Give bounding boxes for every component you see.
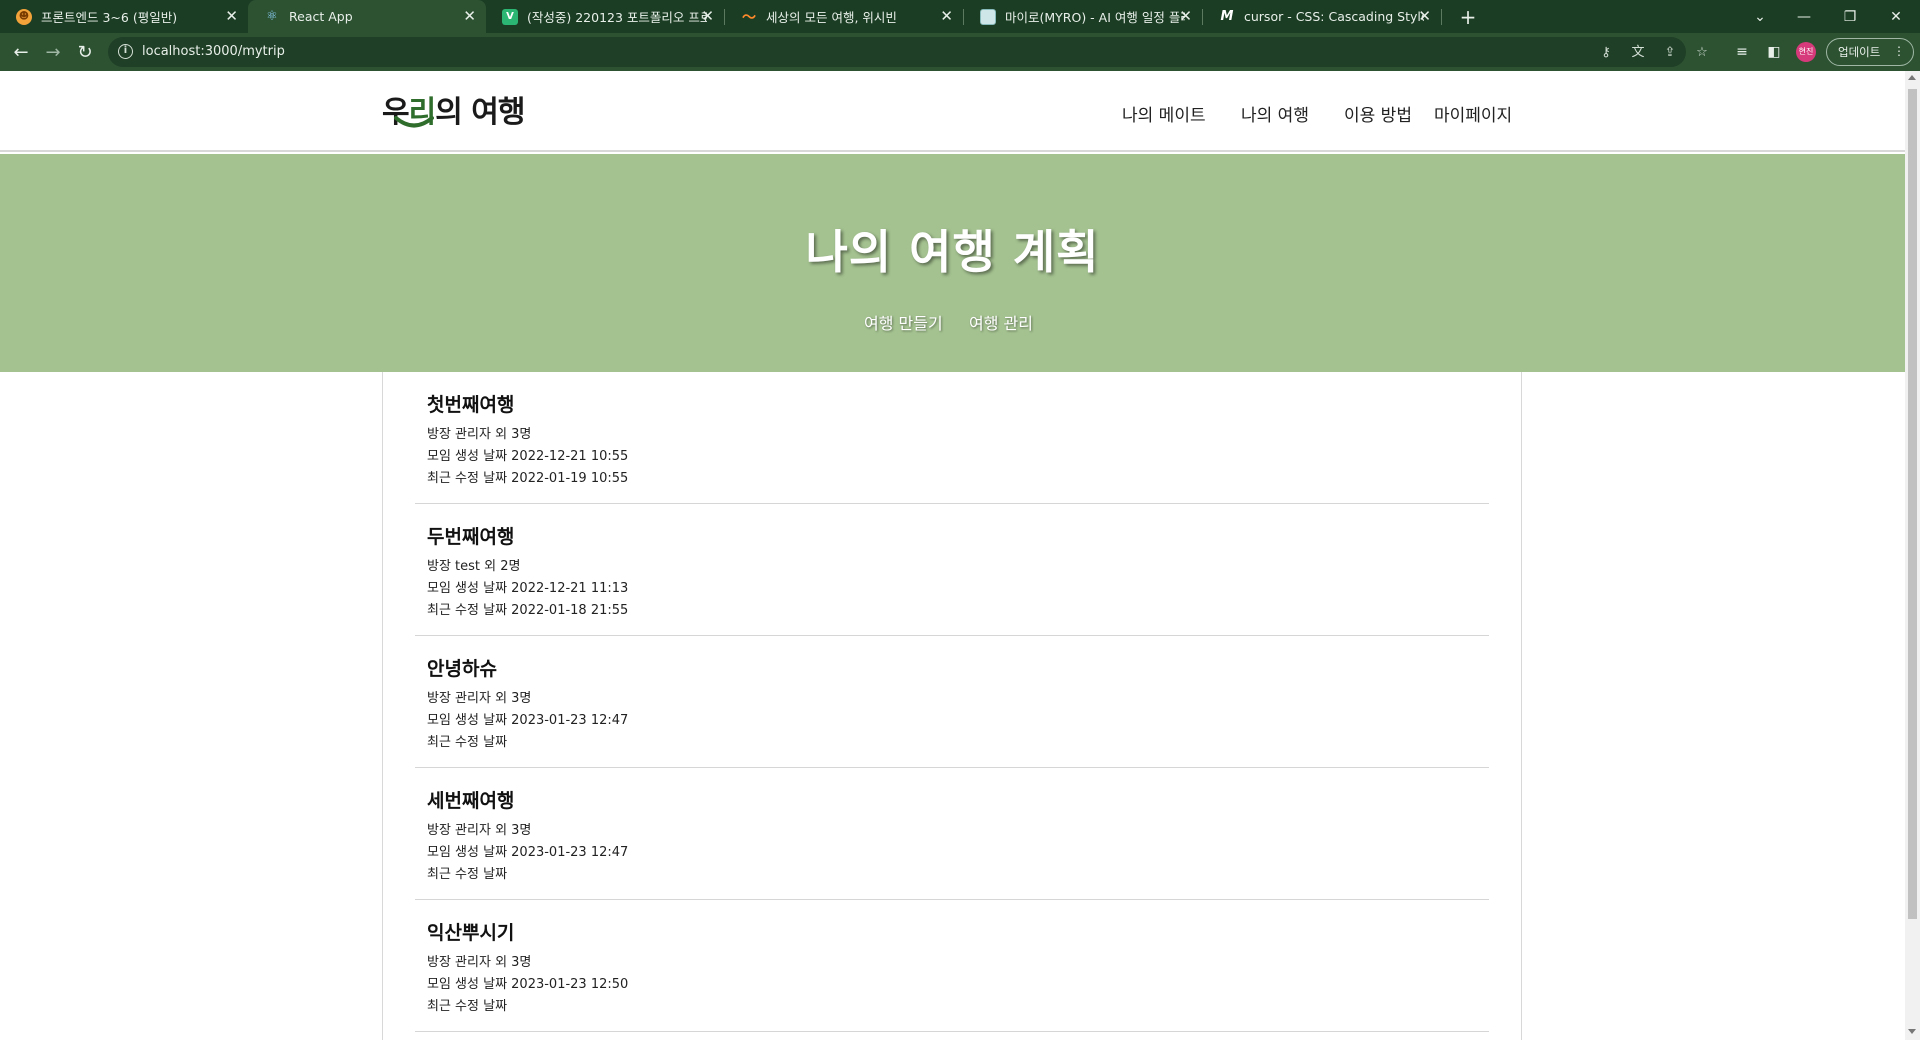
trip-owner: 방장 관리자 외 3명 (427, 955, 532, 970)
trip-owner: 방장 관리자 외 3명 (427, 823, 532, 838)
nav-my-mate[interactable]: 나의 메이트 (1122, 101, 1206, 126)
mdn-icon: M (1220, 9, 1234, 24)
tab-title: 세상의 모든 여행, 위시빈 (766, 10, 897, 25)
trip-name[interactable]: 익산뿌시기 (427, 918, 514, 945)
scroll-up-arrow-icon[interactable] (1908, 75, 1916, 80)
trip-updated: 최근 수정 날짜 (427, 735, 508, 750)
address-bar[interactable]: i localhost:3000/mytrip ⚷ 文 ⇪ ☆ (108, 37, 1708, 67)
trip-updated: 최근 수정 날짜 2022-01-18 21:55 (427, 603, 629, 618)
browser-tab[interactable]: V (작성중) 220123 포트폴리오 프로 ✕ (486, 0, 724, 33)
translate-icon[interactable]: 文 (1630, 45, 1646, 61)
tab-title: cursor - CSS: Cascading Style Sh (1244, 9, 1424, 24)
bookmark-star-icon[interactable]: ☆ (1694, 45, 1710, 61)
trip-name[interactable]: 첫번째여행 (427, 390, 514, 417)
site-header: 우리의 여행 나의 메이트 나의 여행 이용 방법 마이페이지 (0, 71, 1905, 152)
close-icon[interactable]: ✕ (1179, 8, 1192, 24)
profile-avatar[interactable]: 현진 (1796, 42, 1816, 62)
more-menu-icon[interactable]: ⋮ (1893, 44, 1905, 58)
browser-tab[interactable]: ☻ 프론트엔드 3~6 (평일반) ✕ (0, 0, 248, 33)
myro-icon (980, 8, 996, 25)
close-icon[interactable]: ✕ (1418, 8, 1431, 24)
hero-banner: 나의 여행 계획 여행 만들기 여행 관리 (0, 154, 1905, 372)
side-panel-icon[interactable]: ◧ (1765, 43, 1783, 61)
back-arrow-icon[interactable]: ← (8, 39, 34, 65)
trip-created: 모임 생성 날짜 2022-12-21 10:55 (427, 449, 629, 464)
trip-created: 모임 생성 날짜 2023-01-23 12:50 (427, 977, 629, 992)
page-title: 나의 여행 계획 (805, 225, 1100, 279)
logo-rest: 의 여행 (435, 95, 525, 130)
trip-created: 모임 생성 날짜 2023-01-23 12:47 (427, 845, 629, 860)
tab-separator (1441, 9, 1442, 25)
close-icon[interactable]: ✕ (463, 8, 476, 24)
trip-card[interactable]: 안녕하슈 방장 관리자 외 3명 모임 생성 날짜 2023-01-23 12:… (415, 636, 1489, 768)
key-icon[interactable]: ⚷ (1598, 45, 1614, 61)
scrollbar-thumb[interactable] (1908, 89, 1917, 919)
site-logo[interactable]: 우리의 여행 (382, 87, 532, 131)
restore-icon[interactable]: ❐ (1828, 0, 1872, 33)
close-icon[interactable]: ✕ (940, 8, 953, 24)
trip-updated: 최근 수정 날짜 2022-01-19 10:55 (427, 471, 629, 486)
scroll-down-arrow-icon[interactable] (1908, 1029, 1916, 1034)
manage-trip-link[interactable]: 여행 관리 (969, 310, 1033, 334)
update-label: 업데이트 (1838, 45, 1881, 59)
trip-list: 첫번째여행 방장 관리자 외 3명 모임 생성 날짜 2022-12-21 10… (382, 372, 1522, 1040)
trip-updated: 최근 수정 날짜 (427, 999, 508, 1014)
browser-tab[interactable]: 〜 세상의 모든 여행, 위시빈 ✕ (725, 0, 963, 33)
trip-card[interactable]: 익산뿌시기 방장 관리자 외 3명 모임 생성 날짜 2023-01-23 12… (415, 900, 1489, 1032)
trip-card[interactable]: 첫번째여행 방장 관리자 외 3명 모임 생성 날짜 2022-12-21 10… (415, 372, 1489, 504)
close-icon[interactable]: ✕ (701, 8, 714, 24)
trip-name[interactable]: 세번째여행 (427, 786, 514, 813)
page-scrollbar[interactable] (1905, 71, 1920, 1040)
share-icon[interactable]: ⇪ (1662, 45, 1678, 61)
browser-tab-active[interactable]: ⚛ React App ✕ (248, 0, 486, 33)
tab-title: React App (289, 9, 353, 24)
react-icon: ⚛ (266, 9, 278, 24)
trip-created: 모임 생성 날짜 2022-12-21 11:13 (427, 581, 629, 596)
minimize-icon[interactable]: — (1782, 0, 1826, 33)
trip-card[interactable]: 두번째여행 방장 test 외 2명 모임 생성 날짜 2022-12-21 1… (415, 504, 1489, 636)
new-tab-plus-icon[interactable]: + (1455, 4, 1481, 30)
tab-search-chevron-icon[interactable]: ⌄ (1738, 0, 1782, 33)
create-trip-link[interactable]: 여행 만들기 (864, 310, 943, 334)
browser-tab[interactable]: 마이로(MYRO) - AI 여행 일정 플래 ✕ (964, 0, 1202, 33)
v-icon: V (502, 8, 518, 25)
nav-my-trip[interactable]: 나의 여행 (1241, 101, 1309, 126)
url-text[interactable]: localhost:3000/mytrip (142, 44, 285, 59)
trip-owner: 방장 관리자 외 3명 (427, 427, 532, 442)
trip-created: 모임 생성 날짜 2023-01-23 12:47 (427, 713, 629, 728)
update-button[interactable]: 업데이트 ⋮ (1826, 38, 1914, 66)
logo-smile-icon (394, 116, 434, 128)
tab-title: 마이로(MYRO) - AI 여행 일정 플래 (1005, 10, 1185, 25)
reading-list-icon[interactable]: ≡ (1733, 43, 1751, 61)
reload-icon[interactable]: ↻ (72, 39, 98, 65)
nav-how-to-use[interactable]: 이용 방법 (1344, 101, 1412, 126)
trip-name[interactable]: 두번째여행 (427, 522, 514, 549)
page-viewport: 우리의 여행 나의 메이트 나의 여행 이용 방법 마이페이지 나의 여행 계획… (0, 71, 1905, 1040)
tab-title: (작성중) 220123 포트폴리오 프로 (527, 10, 707, 25)
site-info-icon[interactable]: i (118, 44, 133, 59)
trip-updated: 최근 수정 날짜 (427, 867, 508, 882)
browser-toolbar: ← → ↻ i localhost:3000/mytrip ⚷ 文 ⇪ ☆ ≡ … (0, 33, 1920, 71)
nav-my-page[interactable]: 마이페이지 (1434, 101, 1512, 126)
window-close-icon[interactable]: ✕ (1874, 0, 1918, 33)
close-icon[interactable]: ✕ (225, 8, 238, 24)
tab-title: 프론트엔드 3~6 (평일반) (41, 10, 178, 25)
forward-arrow-icon[interactable]: → (40, 39, 66, 65)
browser-tab[interactable]: M cursor - CSS: Cascading Style Sh ✕ (1203, 0, 1441, 33)
trip-card[interactable]: 세번째여행 방장 관리자 외 3명 모임 생성 날짜 2023-01-23 12… (415, 768, 1489, 900)
trip-name[interactable]: 안녕하슈 (427, 654, 497, 681)
browser-tab-strip: ☻ 프론트엔드 3~6 (평일반) ✕ ⚛ React App ✕ V (작성중… (0, 0, 1920, 33)
trip-owner: 방장 관리자 외 3명 (427, 691, 532, 706)
emoji-face-icon: ☻ (16, 8, 32, 25)
wishbeen-icon: 〜 (742, 9, 756, 26)
trip-owner: 방장 test 외 2명 (427, 559, 521, 574)
